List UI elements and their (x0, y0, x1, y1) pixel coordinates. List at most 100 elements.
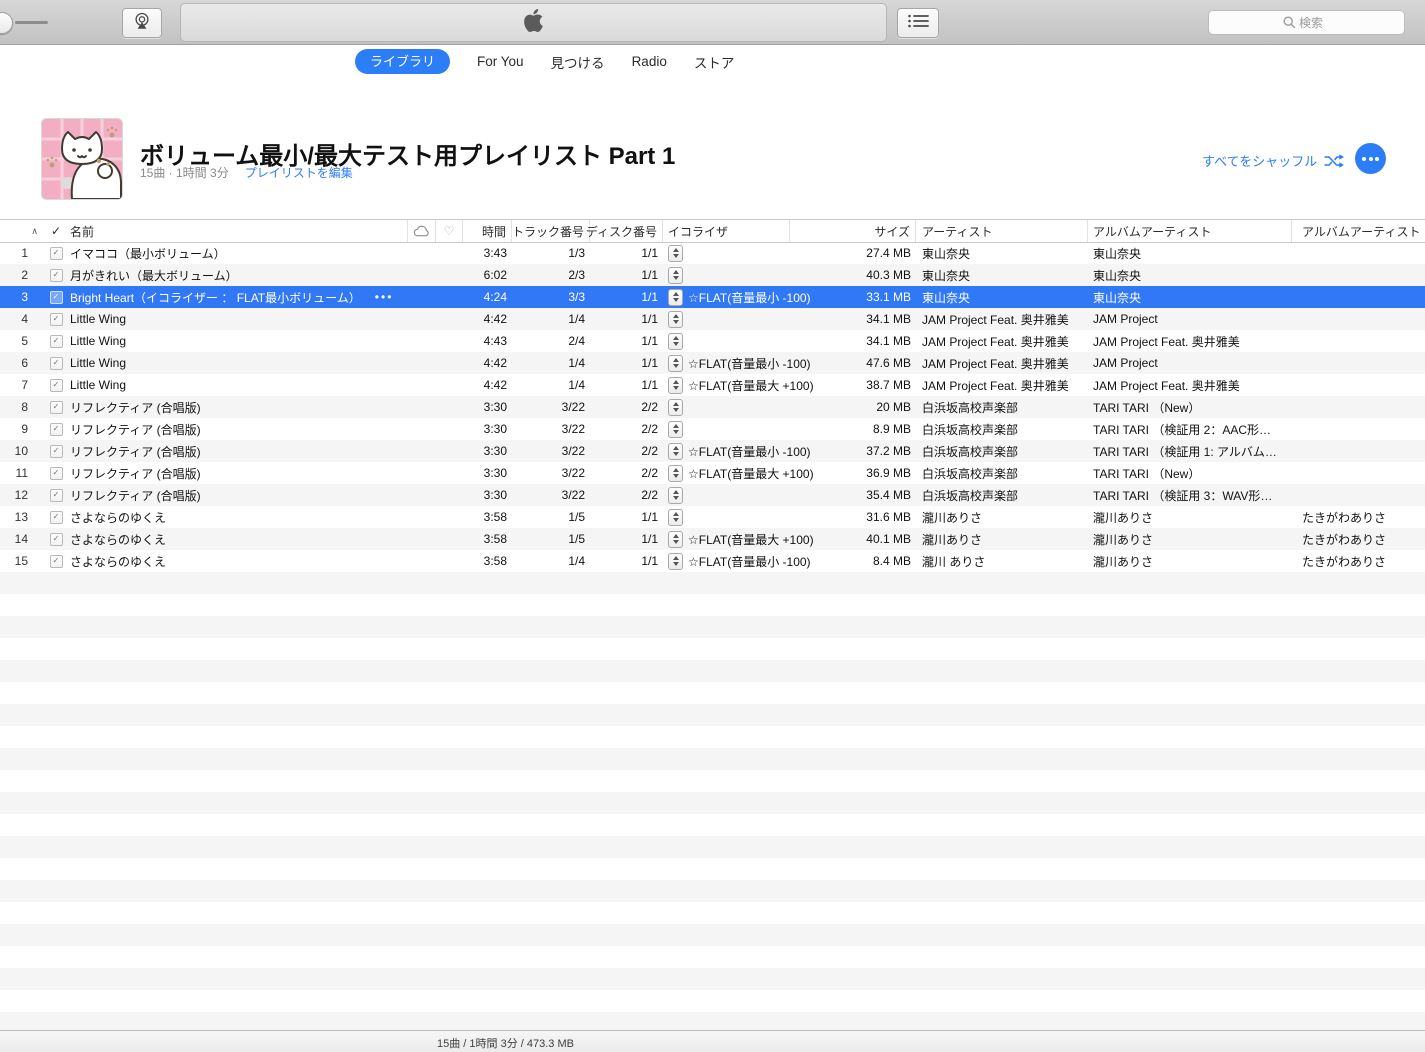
track-checkbox[interactable]: ✓ (49, 356, 63, 370)
track-checkbox[interactable]: ✓ (49, 268, 63, 282)
airplay-button[interactable] (122, 8, 162, 38)
disc-number: 1/1 (641, 268, 658, 282)
equalizer-stepper[interactable] (668, 310, 683, 328)
track-name: さよならのゆくえ (70, 554, 167, 569)
equalizer-stepper[interactable] (668, 398, 683, 416)
header-artist[interactable]: アーティスト (916, 220, 1088, 242)
disc-number: 1/1 (641, 246, 658, 260)
up-next-button[interactable] (897, 8, 939, 38)
row-number: 15 (14, 554, 28, 568)
equalizer-stepper[interactable] (668, 266, 683, 284)
album-artist-yomi (1292, 352, 1425, 374)
track-checkbox[interactable]: ✓ (49, 444, 63, 458)
header-track-number[interactable]: トラック番号 (512, 220, 590, 242)
track-name: さよならのゆくえ (70, 532, 167, 547)
table-row[interactable]: 12 ✓ リフレクティア (合唱版) 3:30 3/22 2/2 35.4 MB 白浜坂高校声… (0, 484, 1425, 506)
album-artist: JAM Project (1093, 356, 1158, 370)
header-size[interactable]: サイズ (790, 220, 916, 242)
equalizer-stepper[interactable] (668, 508, 683, 526)
tab-browse[interactable]: 見つける (551, 52, 605, 72)
track-size: 35.4 MB (866, 488, 911, 502)
equalizer-stepper[interactable] (668, 376, 683, 394)
row-more-icon[interactable]: ••• (375, 290, 394, 304)
track-checkbox[interactable]: ✓ (49, 488, 63, 502)
equalizer-stepper[interactable] (668, 464, 683, 482)
row-number: 4 (21, 312, 28, 326)
more-options-button[interactable] (1355, 143, 1386, 174)
track-checkbox[interactable]: ✓ (49, 554, 63, 568)
track-checkbox[interactable]: ✓ (49, 378, 63, 392)
now-playing-display (180, 3, 887, 42)
tab-store[interactable]: ストア (694, 52, 735, 72)
table-row[interactable]: 3 ✓ Bright Heart（イコライザー ： FLAT最小ボリューム） ••• 4… (0, 286, 1425, 308)
table-row[interactable]: 7 ✓ Little Wing 4:42 1/4 1/1 ☆FLAT(音量最大 +100) 3… (0, 374, 1425, 396)
header-name[interactable]: 名前 (68, 220, 408, 242)
volume-slider-knob[interactable] (0, 12, 13, 34)
track-checkbox[interactable]: ✓ (49, 466, 63, 480)
tab-library[interactable]: ライブラリ (355, 49, 451, 74)
track-name: 月がきれい（最大ボリューム） (70, 268, 238, 283)
table-row[interactable]: 9 ✓ リフレクティア (合唱版) 3:30 3/22 2/2 8.9 MB 白浜坂高校声楽部… (0, 418, 1425, 440)
table-row[interactable]: 14 ✓ さよならのゆくえ 3:58 1/5 1/1 ☆FLAT(音量最大 +100) 40.… (0, 528, 1425, 550)
table-row[interactable]: 6 ✓ Little Wing 4:42 1/4 1/1 ☆FLAT(音量最小 -100) 4… (0, 352, 1425, 374)
search-input[interactable] (1209, 11, 1404, 34)
track-checkbox[interactable]: ✓ (49, 532, 63, 546)
table-row[interactable]: 10 ✓ リフレクティア (合唱版) 3:30 3/22 2/2 ☆FLAT(音量最小 -1… (0, 440, 1425, 462)
track-checkbox[interactable]: ✓ (49, 422, 63, 436)
header-checkbox-column[interactable]: ✓ (44, 220, 68, 242)
track-time: 4:42 (483, 356, 507, 370)
table-row[interactable]: 15 ✓ さよならのゆくえ 3:58 1/4 1/1 ☆FLAT(音量最小 -100) 8.4… (0, 550, 1425, 572)
header-equalizer[interactable]: イコライザ (663, 220, 790, 242)
header-cloud-icon[interactable] (408, 220, 436, 242)
header-heart-icon[interactable]: ♡ (436, 220, 463, 242)
header-disc-number[interactable]: ディスク番号 (586, 220, 663, 242)
track-checkbox[interactable]: ✓ (49, 290, 63, 304)
shuffle-all-button[interactable]: すべてをシャッフル (1202, 151, 1345, 170)
table-row[interactable]: 13 ✓ さよならのゆくえ 3:58 1/5 1/1 31.6 MB 瀧川ありさ 瀧川ありさ たき… (0, 506, 1425, 528)
equalizer-stepper[interactable] (668, 420, 683, 438)
track-checkbox[interactable]: ✓ (49, 334, 63, 348)
equalizer-stepper[interactable] (668, 244, 683, 262)
tab-for-you[interactable]: For You (477, 54, 524, 69)
track-time: 4:42 (483, 378, 507, 392)
table-row[interactable]: 11 ✓ リフレクティア (合唱版) 3:30 3/22 2/2 ☆FLAT(音量最大 +1… (0, 462, 1425, 484)
equalizer-stepper[interactable] (668, 288, 683, 306)
header-album-artist[interactable]: アルバムアーティスト (1088, 220, 1292, 242)
track-checkbox[interactable]: ✓ (49, 400, 63, 414)
header-time[interactable]: 時間 (463, 220, 512, 242)
track-checkbox[interactable]: ✓ (49, 510, 63, 524)
status-text: 15曲 / 1時間 3分 / 473.3 MB (437, 1038, 574, 1050)
table-row[interactable]: 8 ✓ リフレクティア (合唱版) 3:30 3/22 2/2 20 MB 白浜坂高校声楽部 T… (0, 396, 1425, 418)
sort-indicator-icon[interactable]: ∧ (0, 220, 44, 242)
equalizer-stepper[interactable] (668, 354, 683, 372)
volume-track[interactable] (15, 21, 48, 24)
tab-radio[interactable]: Radio (632, 54, 667, 69)
equalizer-stepper[interactable] (668, 486, 683, 504)
table-row[interactable]: 4 ✓ Little Wing 4:42 1/4 1/1 34.1 MB JAM Projec… (0, 308, 1425, 330)
equalizer-stepper[interactable] (668, 332, 683, 350)
album-artist: 東山奈央 (1093, 268, 1142, 283)
row-number: 8 (21, 400, 28, 414)
track-checkbox[interactable]: ✓ (49, 246, 63, 260)
equalizer-stepper[interactable] (668, 530, 683, 548)
header-album-artist-yomi[interactable]: アルバムアーティスト（読み） (1292, 220, 1425, 242)
track-time: 3:43 (483, 246, 507, 260)
table-row[interactable]: 1 ✓ イマココ（最小ボリューム） 3:43 1/3 1/1 27.4 MB 東山奈央 東山奈央 (0, 242, 1425, 264)
equalizer-stepper[interactable] (668, 442, 683, 460)
track-time: 4:24 (483, 290, 507, 304)
track-artist: JAM Project Feat. 奥井雅美 (922, 356, 1069, 371)
table-row[interactable]: 5 ✓ Little Wing 4:43 2/4 1/1 34.1 MB JAM Projec… (0, 330, 1425, 352)
track-artist: JAM Project Feat. 奥井雅美 (922, 334, 1069, 349)
disc-number: 2/2 (641, 466, 658, 480)
track-name: リフレクティア (合唱版) (70, 466, 201, 481)
table-row[interactable]: 2 ✓ 月がきれい（最大ボリューム） 6:02 2/3 1/1 40.3 MB 東山奈央 東山奈… (0, 264, 1425, 286)
nav-bar: ライブラリ For You 見つける Radio ストア (355, 49, 734, 74)
track-name: イマココ（最小ボリューム） (70, 246, 226, 261)
album-artist-yomi (1292, 242, 1425, 264)
edit-playlist-link[interactable]: プレイリストを編集 (245, 166, 353, 180)
album-artist: TARI TARI （New） (1093, 400, 1201, 415)
track-checkbox[interactable]: ✓ (49, 312, 63, 326)
album-artist: 東山奈央 (1093, 246, 1142, 261)
disc-number: 1/1 (641, 378, 658, 392)
equalizer-stepper[interactable] (668, 552, 683, 570)
